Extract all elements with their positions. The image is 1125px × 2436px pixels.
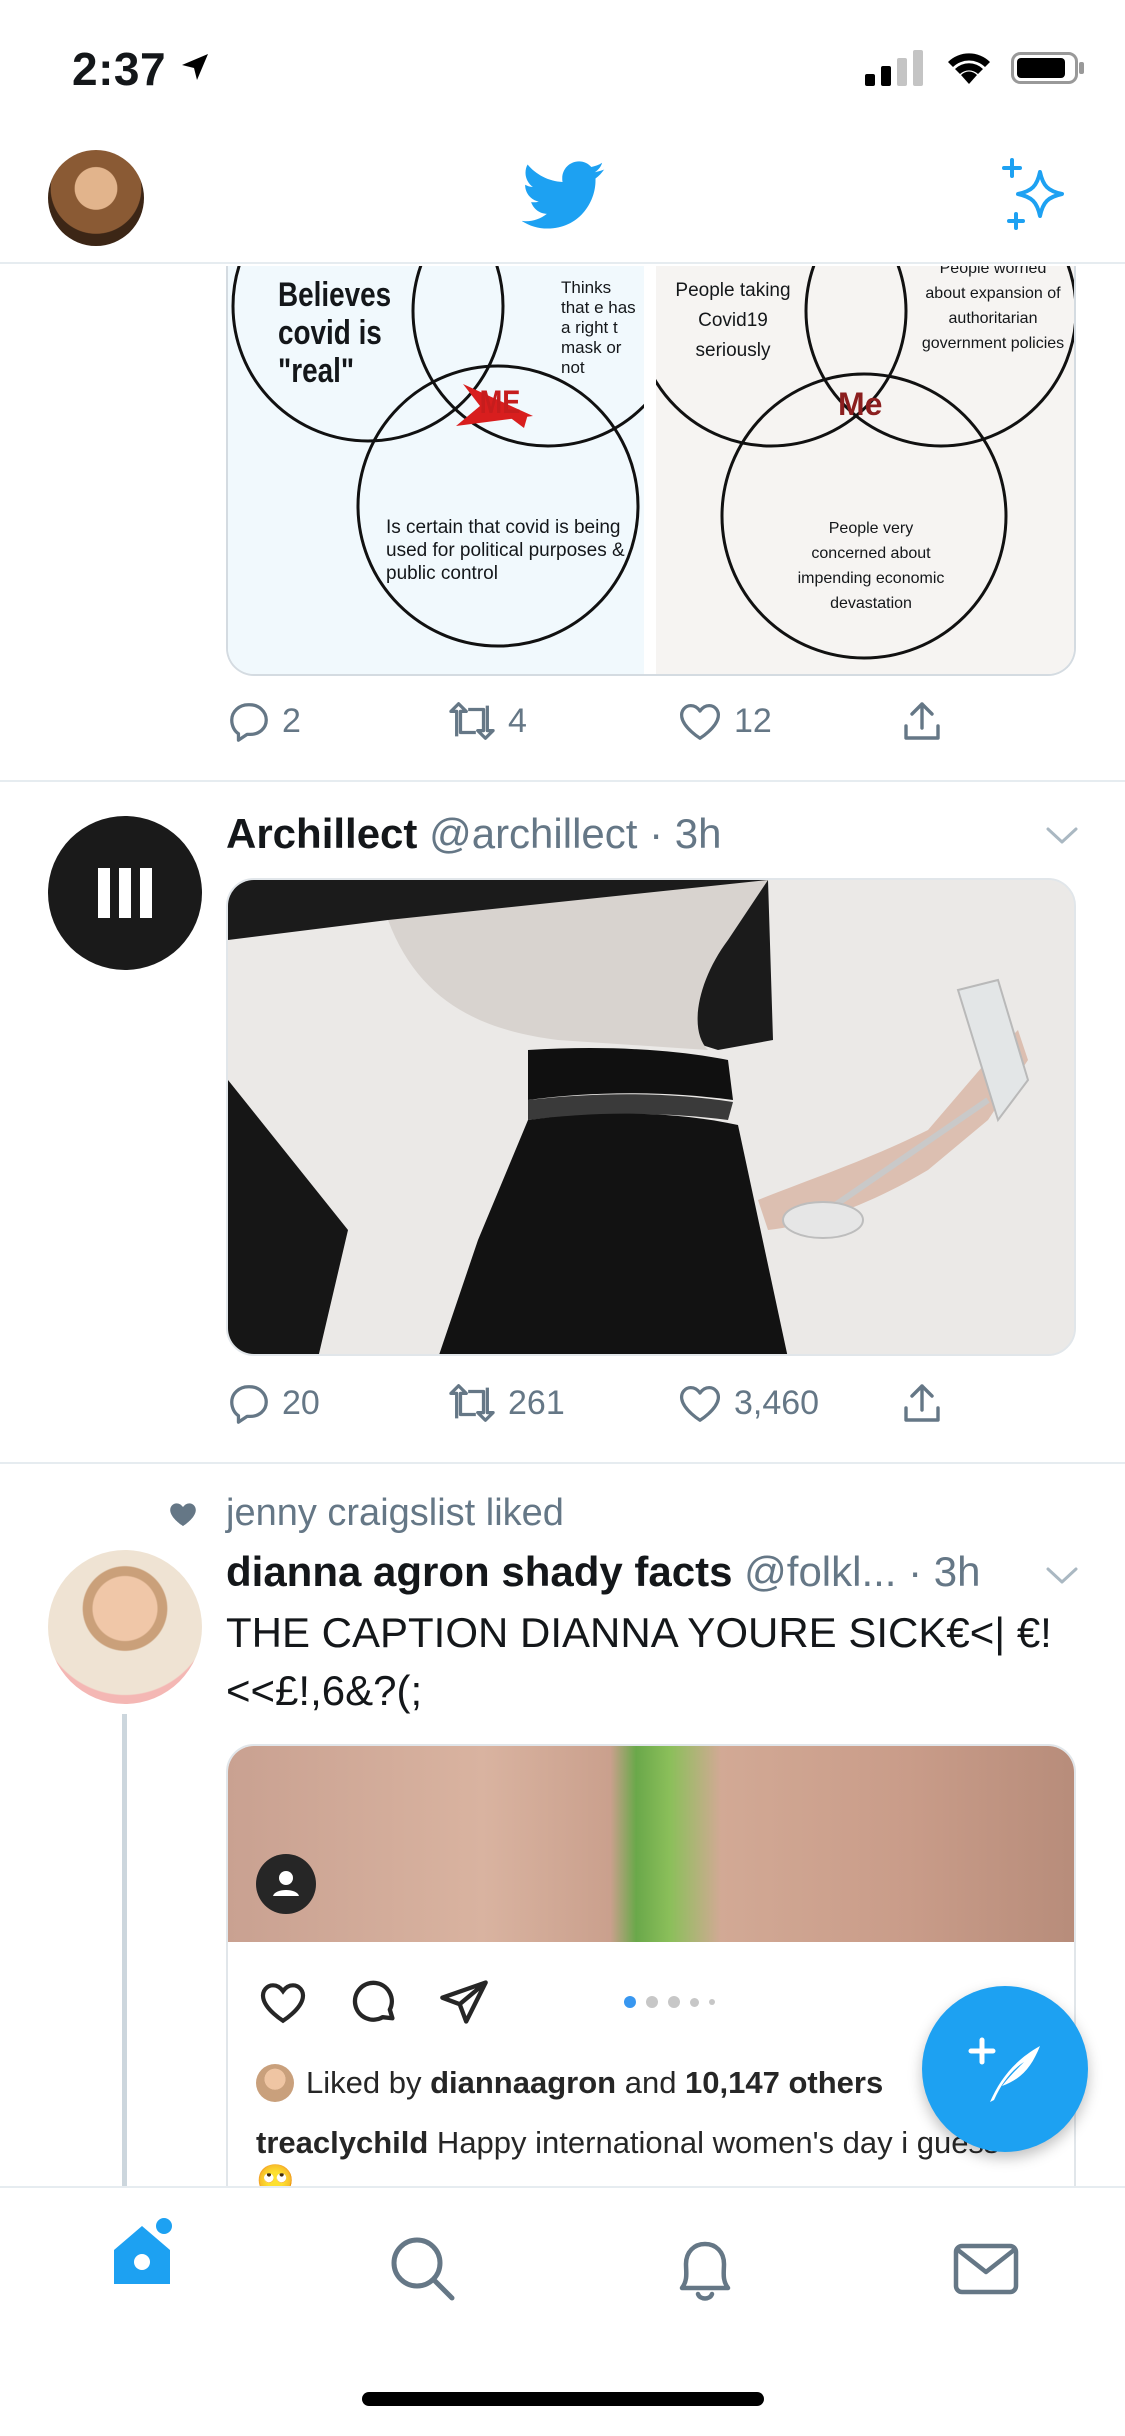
instagram-actions [256, 1976, 490, 2028]
instagram-caption: treaclychild Happy international women's… [256, 2124, 1036, 2186]
sparkle-icon[interactable] [1000, 158, 1074, 232]
liked-heart-icon [170, 1503, 196, 1526]
retweet-count: 4 [508, 701, 527, 740]
like-count: 3,460 [734, 1383, 820, 1422]
share-action[interactable] [898, 1380, 946, 1428]
venn-left-label-c: Is certain that covid is being used for … [386, 517, 625, 584]
person-icon [273, 1871, 299, 1896]
instagram-send-icon [440, 1980, 488, 2024]
tweet2-header: Archillect @archillect · 3h [226, 810, 721, 858]
tweet-divider [0, 1462, 1125, 1464]
signal-icon [865, 50, 923, 86]
status-time: 2:37 [72, 43, 167, 95]
timeline-feed[interactable]: Believes covid is "real" Thinks that e h… [0, 266, 1125, 2186]
venn-diagram-right[interactable]: People taking Covid19 seriously People w… [656, 266, 1074, 674]
home-icon[interactable] [108, 2214, 180, 2290]
wifi-icon [948, 53, 990, 84]
share-action[interactable] [898, 698, 946, 746]
reply-action[interactable]: 2 [226, 698, 301, 744]
tweet-time: · 3h [649, 810, 722, 857]
chevron-down-icon[interactable] [1044, 824, 1080, 848]
chevron-down-icon[interactable] [1044, 1564, 1080, 1588]
venn-left-center: ME [479, 384, 521, 420]
retweet-action[interactable]: 261 [446, 1380, 565, 1426]
nav-header [0, 132, 1125, 264]
instagram-photo [228, 1746, 1074, 1942]
heart-icon [679, 704, 721, 740]
retweet-icon [449, 702, 495, 740]
reply-count: 2 [282, 701, 301, 740]
compose-feather-icon [968, 2037, 1040, 2102]
tweet-media-venn[interactable]: Believes covid is "real" Thinks that e h… [226, 266, 1076, 676]
instagram-heart-icon [260, 1983, 306, 2024]
profile-avatar[interactable] [48, 150, 144, 246]
liked-prefix: Liked by [306, 2065, 431, 2100]
venn-diagram-left[interactable]: Believes covid is "real" Thinks that e h… [228, 266, 644, 674]
tweet-text: THE CAPTION DIANNA YOURE SICK€<| €!<<£!,… [226, 1609, 1052, 1714]
archillect-avatar[interactable] [48, 816, 202, 970]
liker-avatar [256, 2064, 294, 2102]
retweet-action[interactable]: 4 [446, 698, 527, 744]
author-handle[interactable]: @archillect [429, 810, 637, 857]
liked-user: diannaagron [430, 2065, 617, 2100]
heart-icon [679, 1386, 721, 1422]
caption-user: treaclychild [256, 2125, 429, 2160]
like-count: 12 [734, 701, 772, 740]
retweet-icon [449, 1384, 495, 1422]
reply-icon [230, 1385, 268, 1424]
liked-and: and [616, 2065, 686, 2100]
share-icon [904, 1384, 940, 1422]
location-arrow-icon [182, 54, 208, 80]
tweet2-actions: 20 261 3,460 [226, 1380, 1076, 1436]
status-indicators [865, 50, 1085, 86]
social-context[interactable]: jenny craigslist liked [226, 1492, 564, 1535]
author-name[interactable]: dianna agron shady facts [226, 1548, 732, 1595]
liked-others: 10,147 others [685, 2065, 884, 2100]
reply-action[interactable]: 20 [226, 1380, 320, 1426]
venn-right-label-b: People worried about expansion of author… [921, 266, 1065, 352]
battery-icon [1011, 52, 1084, 84]
compose-tweet-button[interactable] [922, 1986, 1088, 2152]
search-icon[interactable] [388, 2234, 458, 2304]
venn-right-label-a: People taking Covid19 seriously [675, 280, 791, 361]
author-handle[interactable]: @folkl... [744, 1548, 896, 1595]
messages-icon[interactable] [950, 2234, 1022, 2304]
tweet-divider [0, 780, 1125, 782]
carousel-dots [624, 1996, 715, 2008]
archillect-logo-icon [98, 868, 152, 918]
author-name[interactable]: Archillect [226, 810, 417, 857]
instagram-liked-by: Liked by diannaagron and 10,147 others [256, 2064, 883, 2102]
notifications-icon[interactable] [670, 2234, 740, 2304]
user-tag-icon[interactable] [256, 1854, 316, 1914]
instagram-comment-icon [352, 1980, 395, 2022]
like-action[interactable]: 12 [676, 698, 772, 744]
photo-content [228, 880, 1074, 1354]
tweet-time: · 3h [908, 1548, 981, 1595]
like-action[interactable]: 3,460 [676, 1380, 819, 1426]
home-indicator[interactable] [362, 2392, 764, 2406]
retweet-count: 261 [508, 1383, 565, 1422]
venn-right-label-c: People very concerned about impending ec… [797, 520, 945, 612]
dianna-avatar[interactable] [48, 1550, 202, 1704]
venn-left-label-a: Believes covid is "real" [278, 276, 392, 390]
reply-icon [230, 703, 268, 742]
venn-left-label-b: Thinks that e has a right t mask or not [561, 278, 636, 377]
twitter-bird-icon[interactable] [522, 160, 606, 232]
tweet-photo[interactable] [226, 878, 1076, 1356]
thread-line [122, 1714, 127, 2186]
venn-right-center: Me [838, 386, 883, 422]
status-bar: 2:37 [0, 0, 1125, 132]
share-icon [904, 702, 940, 740]
tweet3-header: dianna agron shady facts @folkl... · 3h [226, 1548, 981, 1596]
reply-count: 20 [282, 1383, 320, 1422]
tweet1-actions: 2 4 12 [226, 698, 1076, 754]
